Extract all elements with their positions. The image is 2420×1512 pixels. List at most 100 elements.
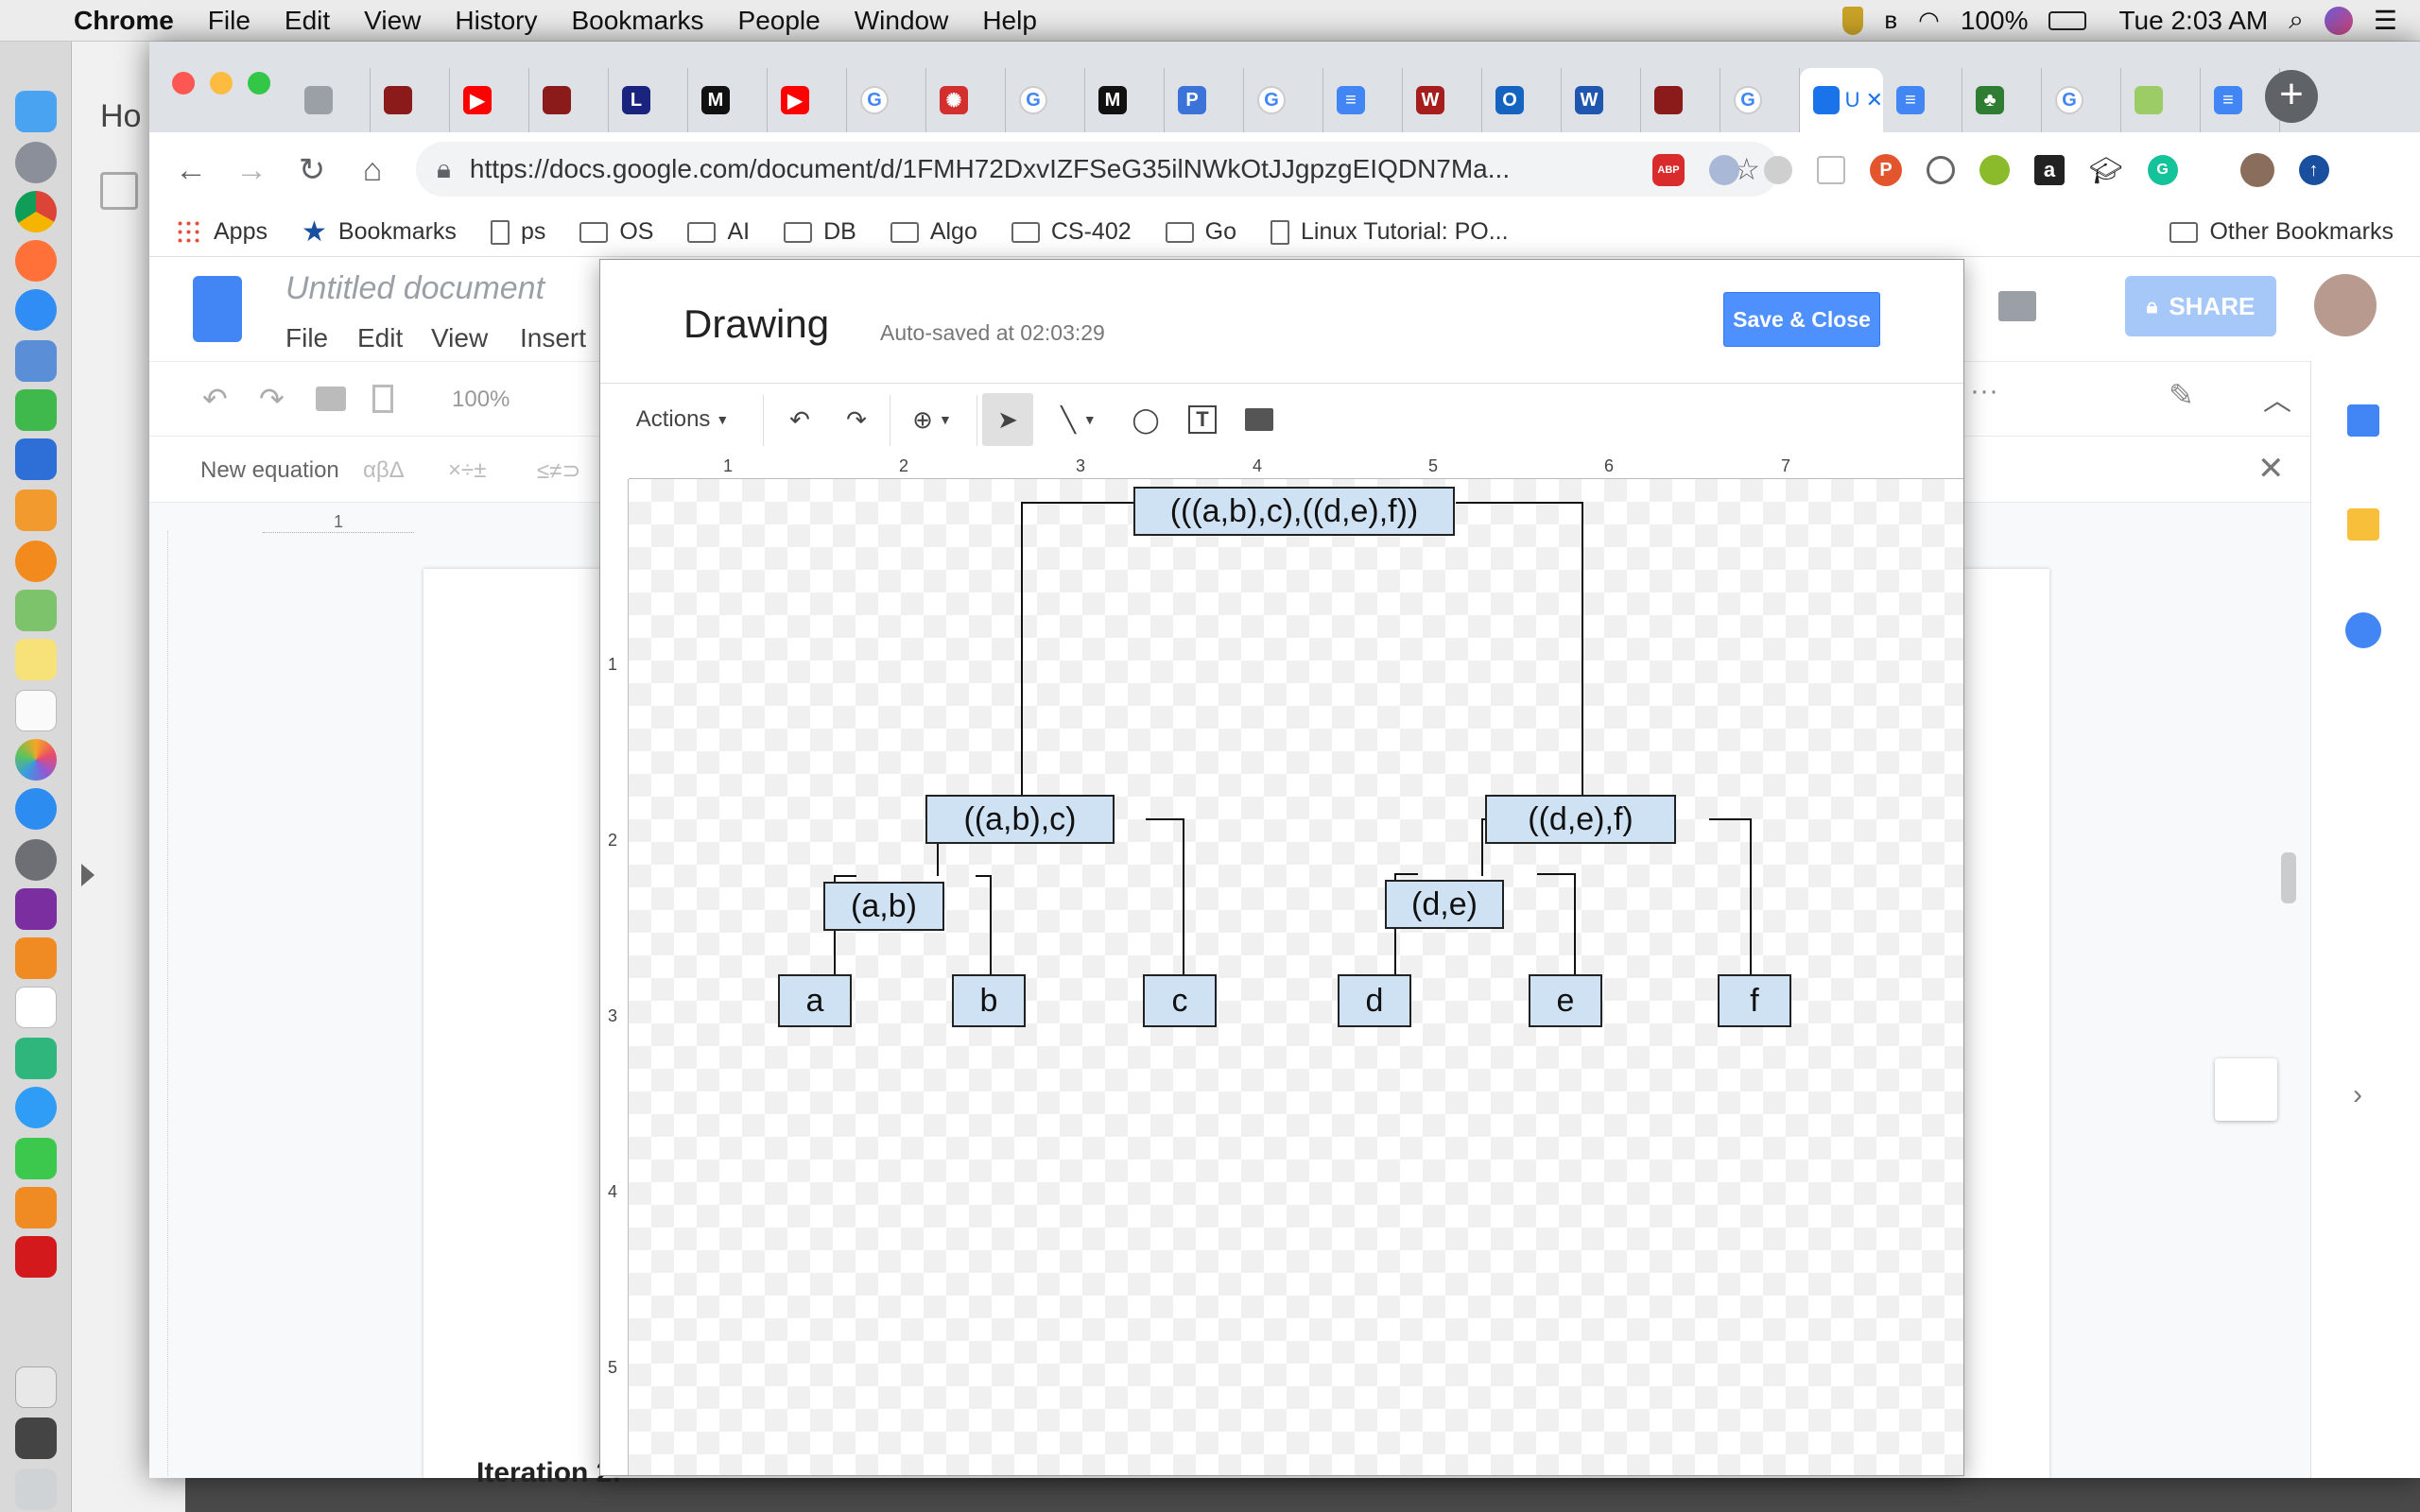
tab-item[interactable] [1641, 68, 1720, 132]
spotlight-search-icon[interactable]: ⌕ [2289, 5, 2304, 36]
menu-people[interactable]: People [721, 6, 838, 36]
tab-item[interactable]: G [847, 68, 926, 132]
tab-item[interactable]: ✺ [926, 68, 1006, 132]
new-tab-button[interactable]: + [2265, 70, 2318, 123]
bookmark-apps[interactable]: Apps [149, 218, 285, 246]
menu-window[interactable]: Window [838, 6, 966, 36]
lock-icon[interactable]: 🔒︎ [437, 154, 451, 185]
tab-item[interactable]: ≡ [1883, 68, 1962, 132]
tab-item[interactable]: L [609, 68, 688, 132]
minimize-window-button[interactable] [210, 72, 233, 94]
firefox-icon[interactable] [15, 240, 57, 282]
shape-tool-button[interactable]: ◯ [1122, 393, 1169, 446]
facetime-icon[interactable] [15, 1138, 57, 1179]
graduation-cap-icon[interactable]: 🎓︎ [2089, 155, 2123, 186]
menu-view[interactable]: View [347, 6, 438, 36]
menu-app-name[interactable]: Chrome [57, 6, 191, 36]
adblock-plus-icon[interactable]: ABP [1652, 154, 1685, 186]
onenote-icon[interactable] [15, 888, 57, 930]
battery-icon[interactable] [2048, 10, 2087, 30]
zoom-select[interactable]: 100% [452, 387, 510, 413]
bookmark-folder-algo[interactable]: Algo [873, 218, 994, 246]
photos-icon[interactable] [15, 739, 57, 781]
tab-item[interactable]: G [1006, 68, 1085, 132]
tab-item[interactable]: P [1165, 68, 1244, 132]
tree-leaf-f[interactable]: f [1718, 974, 1791, 1027]
profile-avatar-icon[interactable] [2239, 153, 2274, 187]
tab-item[interactable] [371, 68, 450, 132]
extension-blue-icon[interactable] [1709, 155, 1739, 185]
tab-item[interactable]: M [688, 68, 768, 132]
tree-node-def[interactable]: ((d,e),f) [1485, 795, 1676, 844]
new-equation-button[interactable]: New equation [200, 457, 339, 484]
keep-addon-icon[interactable] [2347, 508, 2379, 541]
line-tool-button[interactable]: ╲ ▼ [1041, 393, 1116, 446]
zoom-menu[interactable]: ⊕ ▼ [899, 393, 965, 446]
bookmark-folder-os[interactable]: OS [562, 218, 670, 246]
close-window-button[interactable] [172, 72, 195, 94]
docs-menu-edit[interactable]: Edit [357, 323, 403, 353]
finder-icon[interactable] [15, 91, 57, 132]
document-title[interactable]: Untitled document [285, 270, 544, 307]
bookmark-linux-tutorial[interactable]: Linux Tutorial: PO... [1253, 218, 1526, 246]
bluetooth-icon[interactable]: ʙ [1884, 6, 1897, 35]
menu-bookmarks[interactable]: Bookmarks [554, 6, 720, 36]
tab-item[interactable]: O [1482, 68, 1562, 132]
extension-outline-icon[interactable] [1927, 156, 1955, 184]
numbers-icon[interactable] [15, 389, 57, 431]
bookmark-ps[interactable]: ps [474, 218, 562, 246]
tab-item[interactable] [529, 68, 609, 132]
extension-grey-icon[interactable] [1764, 156, 1792, 184]
tree-node-de[interactable]: (d,e) [1385, 880, 1504, 929]
trash-icon[interactable] [15, 1469, 57, 1510]
operators-menu[interactable]: ×÷± [448, 457, 486, 484]
reload-icon[interactable]: ↻ [282, 151, 342, 189]
tree-leaf-c[interactable]: c [1143, 974, 1217, 1027]
app-store-icon[interactable] [15, 788, 57, 830]
menu-edit[interactable]: Edit [268, 6, 347, 36]
close-equation-icon[interactable]: ✕ [2257, 450, 2285, 488]
notes-icon[interactable] [15, 639, 57, 680]
tree-leaf-e[interactable]: e [1529, 974, 1602, 1027]
tab-item[interactable]: ≡ [1323, 68, 1403, 132]
docs-menu-insert[interactable]: Insert [520, 323, 586, 353]
downloads-stack-icon[interactable] [15, 1418, 57, 1459]
launchpad-icon[interactable] [15, 142, 57, 183]
tree-leaf-a[interactable]: a [778, 974, 852, 1027]
tab-item[interactable]: W [1403, 68, 1482, 132]
actions-menu[interactable]: Actions ▼ [632, 393, 733, 446]
calendar-addon-icon[interactable] [2347, 404, 2379, 437]
expand-side-panel-icon[interactable]: › [2353, 1079, 2362, 1111]
bookmark-folder-cs402[interactable]: CS-402 [994, 218, 1149, 246]
share-button[interactable]: 🔒︎ SHARE [2125, 276, 2276, 336]
acrobat-icon[interactable] [15, 1236, 57, 1278]
explore-button[interactable] [2215, 1058, 2277, 1121]
save-close-button[interactable]: Save & Close [1723, 292, 1880, 347]
extension-b-icon[interactable] [1817, 156, 1845, 184]
slack-icon[interactable] [15, 1038, 57, 1079]
url-text[interactable]: https://docs.google.com/document/d/1FMH7… [470, 154, 1510, 184]
relations-menu[interactable]: ≤≠⊃ [537, 457, 580, 485]
text-box-tool-button[interactable]: T [1179, 393, 1226, 446]
document-stack-icon[interactable] [15, 1366, 57, 1408]
preview-icon[interactable] [15, 340, 57, 382]
sublime-text-icon[interactable] [15, 937, 57, 979]
chrome-icon[interactable] [15, 191, 57, 232]
tree-node-root[interactable]: (((a,b),c),((d,e),f)) [1133, 487, 1455, 536]
undo-icon[interactable]: ↶ [776, 393, 823, 446]
maps-icon[interactable] [15, 590, 57, 631]
tab-item[interactable]: M [1085, 68, 1165, 132]
select-tool-button[interactable]: ➤ [982, 393, 1033, 446]
wifi-icon[interactable]: ◠ [1918, 6, 1940, 35]
tab-item[interactable]: G [1720, 68, 1800, 132]
paint-format-icon[interactable] [372, 385, 393, 413]
tab-item[interactable] [2121, 68, 2201, 132]
forward-icon[interactable]: → [221, 152, 282, 189]
undo-icon[interactable]: ↶ [202, 381, 228, 417]
close-tab-icon[interactable]: ✕ [1866, 88, 1883, 112]
docs-logo-icon[interactable] [193, 276, 242, 342]
system-preferences-icon[interactable] [15, 839, 57, 881]
tab-item[interactable]: G [1244, 68, 1323, 132]
tree-node-ab[interactable]: (a,b) [823, 882, 944, 931]
redo-icon[interactable]: ↷ [259, 381, 285, 417]
